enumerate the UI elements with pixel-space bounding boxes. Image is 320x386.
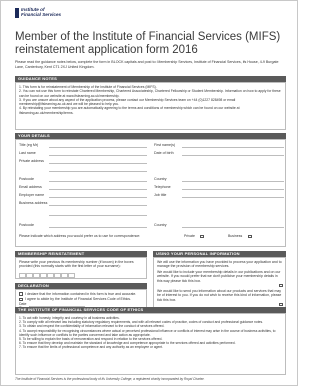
job-title-field[interactable]: Job title	[154, 192, 284, 198]
private-address-line-2[interactable]	[19, 166, 147, 172]
your-details-section: Title (eg Mr) Last name Private address …	[15, 139, 286, 247]
membership-number-box[interactable]	[19, 273, 26, 278]
intro-text: Please read the guidance notes below, co…	[15, 60, 279, 69]
private-checkbox[interactable]	[200, 234, 204, 239]
title-field[interactable]: Title (eg Mr)	[19, 142, 147, 148]
ethics-item: 7. To ensure that the limits of professi…	[19, 345, 163, 350]
guidance-item: 2. You can not use this form to reinstat…	[19, 89, 281, 98]
ethics-item: 4. To accept responsibility for recognis…	[19, 328, 276, 337]
logo-line-2: Financial Services	[21, 12, 62, 18]
form-title-line-1: Member of the Institute of Financial Ser…	[15, 31, 281, 43]
employer-name-field[interactable]: Employer name	[19, 192, 147, 198]
declaration-true-checkbox[interactable]	[19, 292, 23, 296]
business-postcode-field[interactable]: Postcode	[19, 222, 147, 228]
correspondence-label: Please indicate which address you would …	[19, 234, 141, 238]
business-checkbox[interactable]	[248, 234, 252, 239]
reinstatement-text: Please write your previous ifs membershi…	[19, 260, 134, 269]
membership-number-box[interactable]	[61, 273, 68, 278]
business-address-line-2[interactable]	[19, 210, 147, 216]
personal-info-text-1: We will use the information you have pro…	[157, 260, 282, 269]
membership-number-box[interactable]	[68, 273, 75, 278]
email-field[interactable]: Email address	[19, 184, 147, 190]
telephone-field[interactable]: Telephone	[154, 184, 284, 190]
last-name-field[interactable]: Last name	[19, 150, 147, 156]
logo-mark-icon	[15, 8, 19, 18]
membership-number-box[interactable]	[54, 273, 61, 278]
guidance-item: 4. By reinstating your membership you ar…	[19, 106, 240, 115]
publicise-optout-checkbox[interactable]	[279, 283, 283, 288]
marketing-optout-checkbox[interactable]	[279, 302, 283, 307]
declaration-section: I declare that the information contained…	[15, 289, 147, 310]
personal-info-text-2: We would like to include your membership…	[157, 270, 281, 283]
ifs-logo: Institute of Financial Services	[15, 7, 81, 24]
membership-number-box[interactable]	[40, 273, 47, 278]
footer-text: The Institute of Financial Services is t…	[15, 377, 205, 381]
code-of-ethics-section: 1. To act with honesty, integrity and co…	[15, 313, 286, 375]
application-form-page: Institute of Financial Services Member o…	[0, 0, 298, 386]
declaration-true-text: I declare that the information contained…	[25, 291, 137, 296]
guidance-item: 3. If you are unsure about any aspect of…	[19, 97, 236, 107]
membership-number-box[interactable]	[33, 273, 40, 278]
membership-number-box[interactable]	[26, 273, 33, 278]
date-of-birth-field[interactable]: Date of birth	[154, 150, 284, 156]
form-title-line-2: reinstatement application form 2016	[15, 44, 198, 56]
private-option-label: Private	[184, 234, 195, 238]
declaration-ethics-text: I agree to abide by the Institute of Fin…	[25, 297, 132, 301]
business-country-field[interactable]: Country	[154, 222, 284, 228]
first-name-field[interactable]: First name(s)	[154, 142, 284, 148]
personal-info-section: We will use the information you have pro…	[153, 257, 286, 309]
private-postcode-field[interactable]: Postcode	[19, 176, 147, 182]
private-address-field[interactable]: Private address	[19, 158, 147, 164]
private-country-field[interactable]: Country	[154, 176, 284, 182]
declaration-ethics-checkbox[interactable]	[19, 297, 23, 302]
reinstatement-section: Please write your previous ifs membershi…	[15, 257, 147, 279]
guidance-notes: 1. This form is for reinstatement of Mem…	[15, 82, 286, 130]
business-option-label: Business	[228, 234, 243, 238]
personal-info-text-3: We would like to send you information ab…	[157, 289, 282, 302]
date-field[interactable]	[29, 305, 85, 307]
business-address-field[interactable]: Business address	[19, 200, 147, 206]
membership-number-box[interactable]	[47, 273, 54, 278]
form-title: Member of the Institute of Financial Ser…	[15, 31, 285, 57]
